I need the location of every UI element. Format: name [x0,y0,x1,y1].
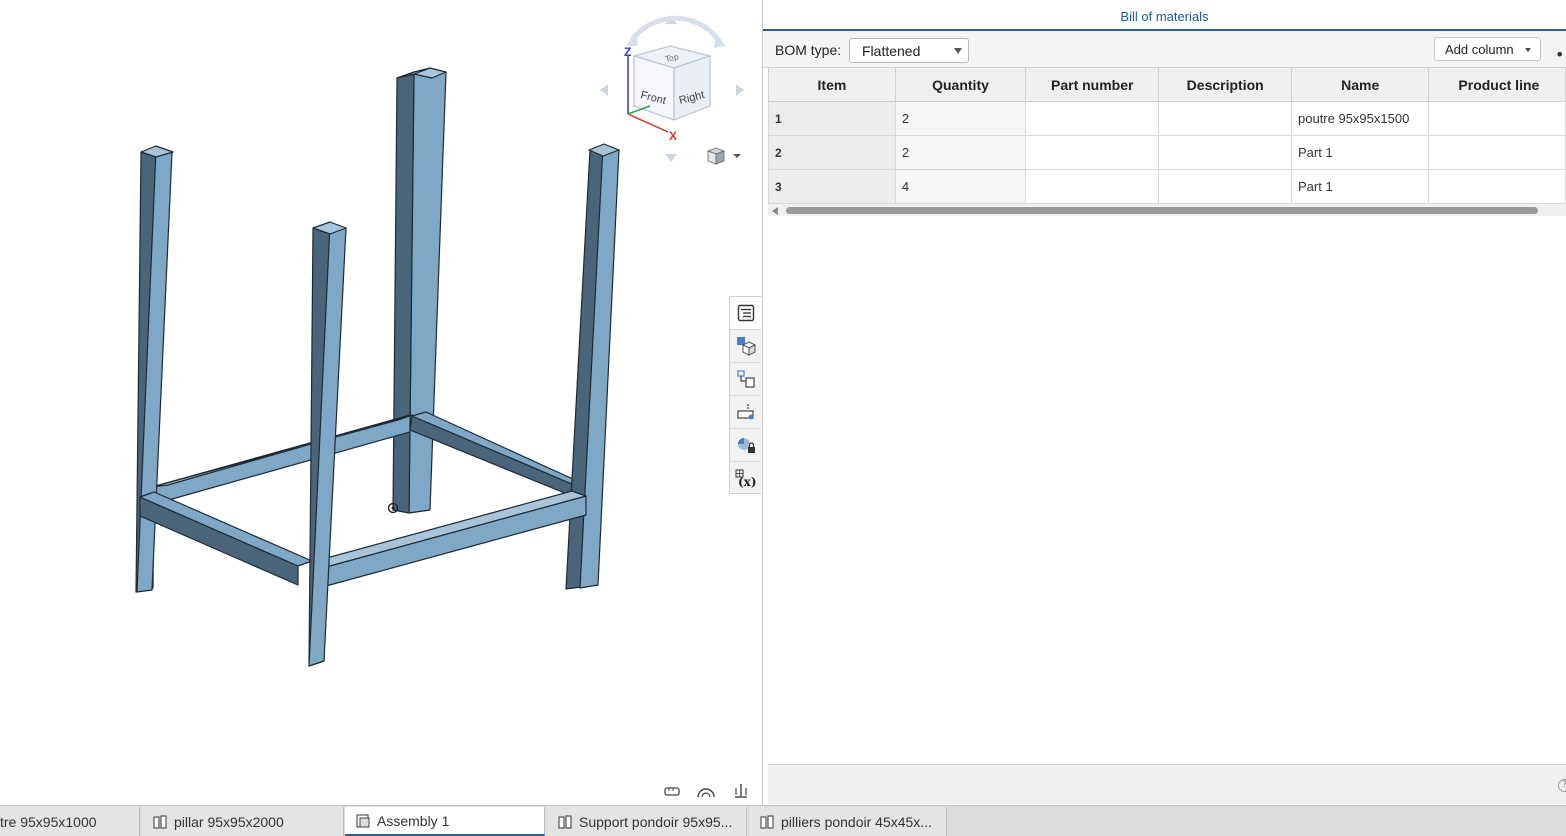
table-row[interactable]: 3 4 Part 1 [768,169,1566,204]
app-window: Top Front Right Z X (x) Bill of material… [0,0,1566,836]
insert-part-button[interactable] [730,396,761,429]
add-column-button[interactable]: Add column [1434,37,1541,61]
scrollbar-thumb[interactable] [786,207,1538,214]
cell-product-line[interactable] [1428,101,1566,136]
cell-name[interactable]: Part 1 [1290,169,1430,204]
cell-item[interactable]: 3 [768,169,896,204]
z-axis-label: Z [624,45,631,59]
appearance-lock-button[interactable] [730,429,761,462]
tab-poutre-95x95x1000[interactable]: tre 95x95x1000 [0,807,140,836]
rail-front-right[interactable] [325,495,587,587]
section-view-icon[interactable] [731,782,751,800]
cell-part-number[interactable] [1025,135,1160,170]
table-row[interactable]: 2 2 Part 1 [768,135,1566,170]
measure-tool-icon[interactable] [662,782,682,800]
x-axis-label: X [669,129,677,143]
tab-pilliers-pondoir[interactable]: pilliers pondoir 45x45x... [749,807,947,836]
bom-type-value: Flattened [862,43,921,59]
bom-type-label: BOM type: [775,42,842,58]
rail-front-left[interactable] [139,496,299,586]
rotate-down-arrow-icon[interactable] [665,154,677,162]
bom-header-row: Item Quantity Part number Description Na… [768,67,1566,102]
appearance-lock-icon [737,438,755,453]
view-cube-small-icon [706,147,741,165]
rail-back-right[interactable] [409,415,587,497]
rail-back-left[interactable] [151,414,411,504]
mass-properties-icon[interactable] [696,782,716,800]
column-header-name[interactable]: Name [1290,67,1430,102]
document-tab-bar: tre 95x95x1000 pillar 95x95x2000 Assembl… [0,805,1566,836]
column-header-description[interactable]: Description [1158,67,1292,102]
instance-cube-icon [736,337,756,356]
cube-right-face[interactable] [673,55,711,121]
mate-connector-icon [736,370,755,388]
add-column-label: Add column [1445,42,1514,57]
svg-text:(x): (x) [738,475,757,489]
cell-part-number[interactable] [1025,169,1160,204]
variables-icon: (x) [735,469,757,489]
rotate-left-arrow-icon[interactable] [600,84,608,96]
part-studio-icon [153,814,167,829]
tab-label: Support pondoir 95x95... [579,813,733,830]
view-options-dropdown[interactable] [702,144,744,168]
cell-description[interactable] [1158,101,1292,136]
assembly-icon [356,813,370,828]
tab-label: Assembly 1 [377,812,450,829]
column-header-part-number[interactable]: Part number [1025,67,1160,102]
column-header-quantity[interactable]: Quantity [894,67,1027,102]
cell-item[interactable]: 1 [768,101,896,136]
insert-part-icon [736,404,754,420]
chevron-down-icon [1525,48,1531,52]
bom-type-select[interactable]: Flattened [849,38,969,63]
cell-description[interactable] [1158,169,1292,204]
bom-title: Bill of materials [763,0,1566,31]
bom-table: Item Quantity Part number Description Na… [768,67,1566,204]
cell-quantity[interactable]: 2 [894,135,1027,170]
rotate-arc-icon[interactable] [629,15,723,44]
cell-part-number[interactable] [1025,101,1160,136]
mate-connector-button[interactable] [730,363,761,396]
help-icon[interactable]: ? [1558,779,1566,792]
tab-assembly-1[interactable]: Assembly 1 [345,807,545,836]
column-header-item[interactable]: Item [768,67,896,102]
cell-quantity[interactable]: 2 [894,101,1027,136]
bom-list-button[interactable] [730,297,761,330]
bom-panel: Bill of materials BOM type: Flattened Ad… [762,0,1566,805]
tab-label: pilliers pondoir 45x45x... [781,813,932,830]
cell-product-line[interactable] [1428,169,1566,204]
cell-name[interactable]: poutre 95x95x1500 [1290,101,1430,136]
tab-label: pillar 95x95x2000 [174,813,284,830]
variables-button[interactable]: (x) [730,462,761,495]
chevron-down-icon [954,48,962,54]
graphics-viewport[interactable]: Top Front Right Z X [0,0,761,805]
cell-description[interactable] [1158,135,1292,170]
instance-cube-button[interactable] [730,330,761,363]
cell-name[interactable]: Part 1 [1290,135,1430,170]
column-header-product-line[interactable]: Product line [1428,67,1566,102]
tab-support-pondoir[interactable]: Support pondoir 95x95... [547,807,747,836]
post-back-center[interactable] [408,71,447,514]
horizontal-scrollbar[interactable] [768,204,1566,216]
part-studio-icon [558,814,572,829]
cell-product-line[interactable] [1428,135,1566,170]
more-options-icon[interactable]: •• [1555,45,1566,64]
rotate-right-arrow-icon[interactable] [736,84,744,96]
tab-label: tre 95x95x1000 [0,813,97,830]
bom-toolbar: BOM type: Flattened Add column •• [763,31,1566,68]
x-axis-line [627,113,669,133]
scroll-left-arrow-icon[interactable] [772,207,778,215]
table-row[interactable]: 1 2 poutre 95x95x1500 [768,101,1566,136]
assembly-side-toolbar: (x) [729,296,761,494]
cell-quantity[interactable]: 4 [894,169,1027,204]
bom-list-icon [737,304,754,322]
tab-pillar-95x95x2000[interactable]: pillar 95x95x2000 [142,807,344,836]
bom-footer: ? [768,764,1566,804]
cell-item[interactable]: 2 [768,135,896,170]
part-studio-icon [760,814,774,829]
